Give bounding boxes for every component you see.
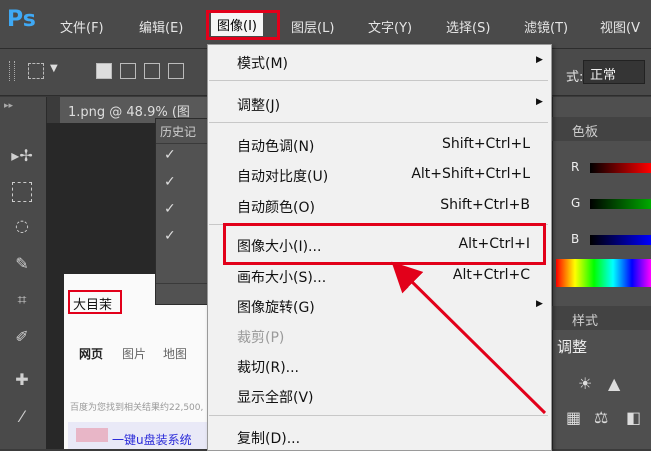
submenu-arrow-icon: ▶ — [536, 55, 543, 65]
brightness-icon[interactable]: ☀ — [578, 374, 592, 393]
channel-g-label: G — [571, 196, 581, 210]
menu-view[interactable]: 视图(V — [600, 17, 640, 36]
divider — [156, 143, 212, 144]
blend-mode-select[interactable]: 正常 — [583, 60, 645, 84]
adjustments-title: 调整 — [557, 338, 588, 356]
menu-highlight-box — [206, 10, 280, 40]
channel-r-slider[interactable] — [590, 163, 651, 173]
menu-type[interactable]: 文字(Y) — [368, 17, 412, 36]
chevron-down-icon[interactable]: ▼ — [50, 63, 58, 74]
menu-item-image-rotation[interactable]: 图像旋转(G) — [237, 297, 315, 317]
shortcut-auto-contrast: Alt+Shift+Ctrl+L — [411, 166, 530, 182]
menu-item-reveal-all[interactable]: 显示全部(V) — [237, 387, 314, 407]
menu-layer[interactable]: 图层(L) — [291, 17, 334, 36]
menu-filter[interactable]: 滤镜(T) — [524, 17, 568, 36]
menu-item-adjust[interactable]: 调整(J) — [237, 95, 280, 115]
tab-swatches[interactable]: 色板 — [572, 121, 598, 140]
image-tab-images: 图片 — [122, 347, 147, 361]
curves-icon[interactable]: ▦ — [566, 408, 581, 427]
menu-separator — [209, 80, 548, 81]
crop-tool-icon[interactable]: ⌗ — [10, 288, 34, 312]
tab-styles[interactable]: 样式 — [572, 310, 598, 329]
image-search-box: 大目茉 — [68, 290, 122, 314]
shortcut-canvas-size: Alt+Ctrl+C — [452, 267, 530, 283]
menu-item-trim[interactable]: 裁切(R)... — [237, 357, 299, 377]
rect-marquee-tool-icon[interactable] — [12, 182, 32, 202]
history-panel: 历史记 ✓ ✓ ✓ ✓ — [155, 118, 213, 305]
channel-g-slider[interactable] — [590, 199, 651, 209]
intersect-selection-icon[interactable] — [168, 63, 184, 79]
menu-item-auto-contrast[interactable]: 自动对比度(U) — [237, 166, 328, 186]
divider — [156, 283, 212, 284]
options-grip — [9, 61, 15, 81]
shortcut-auto-tone: Shift+Ctrl+L — [442, 136, 530, 152]
check-icon[interactable]: ✓ — [164, 174, 176, 190]
lasso-tool-icon[interactable]: ◌ — [10, 214, 34, 238]
image-tab-map: 地图 — [163, 347, 188, 361]
image-size-highlight-box — [223, 223, 546, 265]
styles-panel-tabbar — [552, 306, 651, 330]
image-result-info: 百度为您找到相关结果约22,500, — [70, 403, 204, 413]
ps-logo: Ps — [7, 7, 36, 32]
eyedropper-tool-icon[interactable]: ✐ — [10, 325, 34, 349]
menu-item-duplicate[interactable]: 复制(D)... — [237, 428, 300, 448]
image-ad-text: 一键u盘装系统 — [112, 433, 192, 447]
submenu-arrow-icon: ▶ — [536, 299, 543, 309]
menu-select[interactable]: 选择(S) — [446, 17, 490, 36]
history-tab[interactable]: 历史记 — [160, 123, 196, 140]
channel-r-label: R — [571, 160, 580, 174]
new-selection-icon[interactable] — [96, 63, 112, 79]
menu-bar: Ps 文件(F) 编辑(E) 图像(I) 图层(L) 文字(Y) 选择(S) 滤… — [0, 0, 651, 49]
menu-separator — [209, 122, 548, 123]
menu-item-auto-tone[interactable]: 自动色调(N) — [237, 136, 314, 156]
brush-tool-icon[interactable]: ⁄ — [10, 405, 34, 429]
menu-edit[interactable]: 编辑(E) — [139, 17, 183, 36]
color-panel-tabbar — [552, 117, 651, 141]
menu-file[interactable]: 文件(F) — [60, 17, 104, 36]
subtract-selection-icon[interactable] — [144, 63, 160, 79]
image-blurred-block — [76, 428, 108, 442]
add-selection-icon[interactable] — [120, 63, 136, 79]
color-spectrum[interactable] — [556, 259, 651, 287]
channel-b-label: B — [571, 232, 580, 246]
healing-brush-tool-icon[interactable]: ✚ — [10, 368, 34, 392]
move-tool-icon[interactable]: ▸✢ — [10, 144, 34, 168]
panel-grip-icon: ▸▸ — [4, 101, 14, 111]
menu-item-mode[interactable]: 模式(M) — [237, 53, 288, 73]
balance-icon[interactable]: ⚖ — [594, 408, 608, 427]
quick-select-tool-icon[interactable]: ✎ — [10, 252, 34, 276]
levels-icon[interactable]: ▲ — [608, 374, 620, 393]
check-icon[interactable]: ✓ — [164, 201, 176, 217]
marquee-icon[interactable] — [28, 63, 44, 79]
image-tab-web: 网页 — [79, 347, 104, 361]
menu-item-canvas-size[interactable]: 画布大小(S)... — [237, 267, 326, 287]
shortcut-auto-color: Shift+Ctrl+B — [440, 197, 530, 213]
menu-item-crop: 裁剪(P) — [237, 330, 285, 346]
channel-b-slider[interactable] — [590, 235, 651, 245]
check-icon[interactable]: ✓ — [164, 228, 176, 244]
bw-icon[interactable]: ◧ — [626, 408, 641, 427]
check-icon[interactable]: ✓ — [164, 147, 176, 163]
submenu-arrow-icon: ▶ — [536, 97, 543, 107]
menu-item-auto-color[interactable]: 自动颜色(O) — [237, 197, 315, 217]
blend-label: 式: — [566, 70, 584, 85]
menu-separator — [209, 415, 548, 416]
